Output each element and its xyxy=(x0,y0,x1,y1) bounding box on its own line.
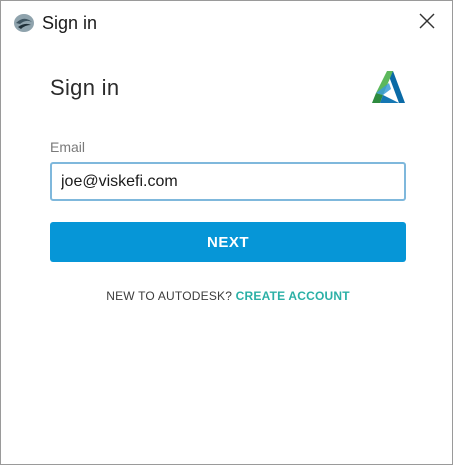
title-bar: Sign in xyxy=(1,1,452,45)
next-button[interactable]: NEXT xyxy=(50,222,406,262)
close-button[interactable] xyxy=(410,7,444,39)
app-logo-icon xyxy=(13,13,35,33)
create-account-link[interactable]: CREATE ACCOUNT xyxy=(236,289,350,303)
signup-prompt: NEW TO AUTODESK? xyxy=(106,289,233,303)
window-title: Sign in xyxy=(42,13,98,33)
sign-in-window: Sign in Sign in Email NEXT xyxy=(0,0,453,465)
close-icon xyxy=(419,13,435,34)
autodesk-logo-icon xyxy=(370,69,406,105)
page-title: Sign in xyxy=(50,75,120,100)
email-label: Email xyxy=(50,139,86,155)
signup-row: NEW TO AUTODESK? CREATE ACCOUNT xyxy=(50,289,406,303)
email-field[interactable] xyxy=(50,162,406,201)
